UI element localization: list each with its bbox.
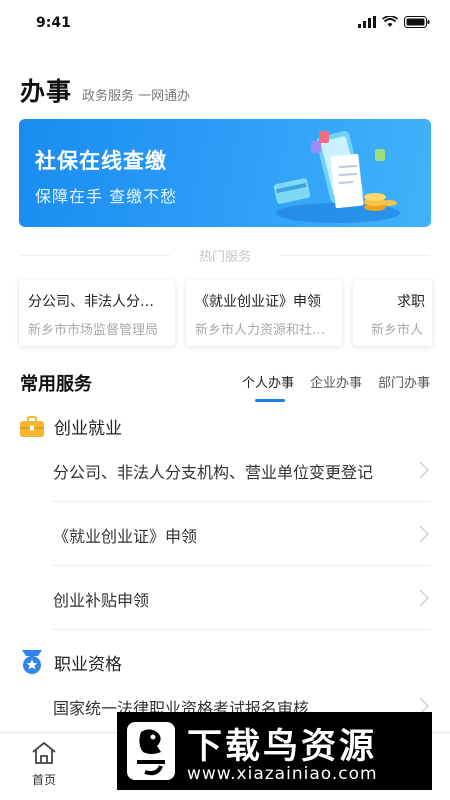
status-time: 9:41 [36,15,71,31]
briefcase-icon [20,415,44,437]
service-list-item[interactable]: 分公司、非法人分支机构、营业单位变更登记 [53,438,431,502]
phone-payment-illustration [273,130,400,223]
watermark-url: www.xiazainiao.com [187,764,378,784]
service-item-label: 《就业创业证》申领 [53,527,198,546]
hot-services-divider-right [280,255,430,256]
chevron-right-icon [419,461,429,479]
hot-service-name: 《就业创业证》申领 [195,294,321,310]
category-title: 创业就业 [54,419,122,439]
page-subtitle: 政务服务 一网通办 [82,89,191,104]
hot-service-card[interactable]: 分公司、非法人分支机构、营业单位变更登记 新乡市市场监督管理局 [19,280,175,346]
bird-logo-glyph [137,729,165,776]
home-icon [32,742,56,764]
status-icons [358,16,430,28]
tab-label: 个人办事 [241,376,294,391]
service-list-item[interactable]: 《就业创业证》申领 [53,502,431,566]
banner-subtitle: 保障在手 查缴不愁 [35,187,178,206]
hot-service-name: 求职 [397,294,425,310]
watermark-brand: 下载鸟资源 [187,727,378,767]
bird-logo-icon [127,722,175,780]
medal-icon [22,650,42,674]
tab-personal[interactable]: 个人办事 [241,372,294,402]
service-tabs: 个人办事 企业办事 部门办事 [241,372,430,402]
category-entrepreneurship: 创业就业 [20,414,122,439]
category-qualification: 职业资格 [20,649,122,675]
active-tab-indicator [254,399,285,402]
service-item-label: 创业补贴申领 [53,591,150,610]
service-item-label: 分公司、非法人分支机构、营业单位变更登记 [53,463,374,482]
banner-title: 社保在线查缴 [35,149,167,173]
common-services-header: 常用服务 个人办事 企业办事 部门办事 [20,370,430,402]
hot-service-name: 分公司、非法人分支机构、营业单位变更登记 [28,294,166,310]
tab-department[interactable]: 部门办事 [378,372,430,391]
page-title: 办事 [20,77,73,106]
hot-service-org: 新乡市市场监督管理局 [28,323,159,338]
site-watermark: 下载鸟资源 www.xiazainiao.com [117,712,432,790]
hot-service-card[interactable]: 求职 新乡市人 [353,280,432,346]
category-title: 职业资格 [54,654,122,675]
hot-service-org: 新乡市人力资源和社会保障局 [195,323,333,338]
service-list-item[interactable]: 创业补贴申领 [53,566,431,630]
page-header: 办事 政务服务 一网通办 [20,72,190,108]
battery-icon [404,16,430,28]
hot-service-card[interactable]: 《就业创业证》申领 新乡市人力资源和社会保障局 [186,280,342,346]
tab-home[interactable]: 首页 [24,741,64,788]
chevron-right-icon [419,589,429,607]
hot-service-org: 新乡市人 [371,323,423,338]
wifi-icon [382,16,398,27]
social-security-banner[interactable]: 社保在线查缴 保障在手 查缴不愁 [19,119,431,227]
status-bar: 9:41 [0,0,450,46]
tab-home-label: 首页 [31,773,56,787]
common-services-title: 常用服务 [20,374,92,395]
chevron-right-icon [419,525,429,543]
signal-icon [358,16,376,28]
tab-enterprise[interactable]: 企业办事 [310,372,362,391]
